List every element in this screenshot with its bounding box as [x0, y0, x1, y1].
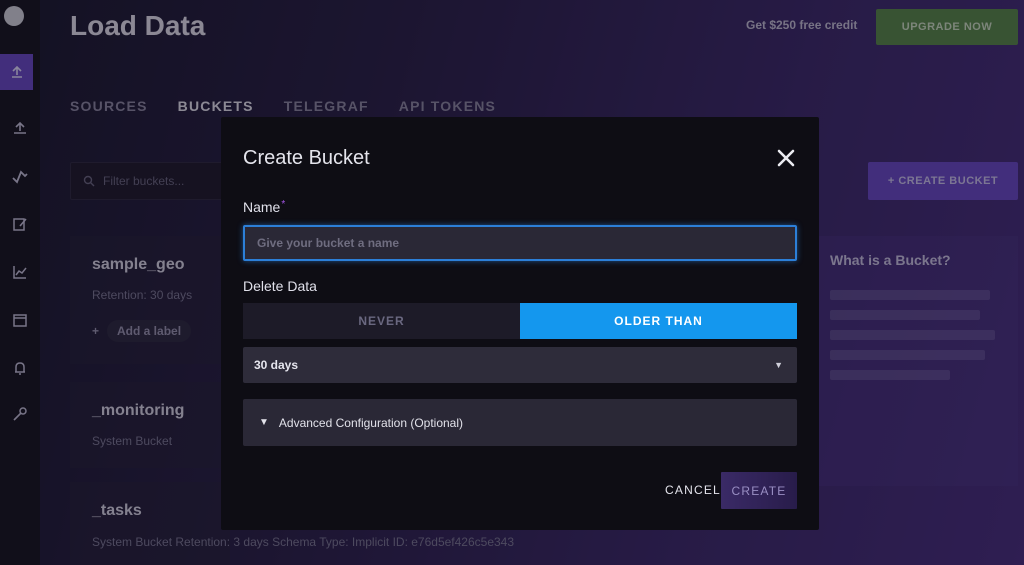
- triangle-down-icon: ▼: [259, 417, 269, 428]
- advanced-configuration-label: Advanced Configuration (Optional): [278, 415, 464, 430]
- delete-older-than-option[interactable]: OLDER THAN: [520, 303, 797, 339]
- create-button[interactable]: CREATE: [721, 472, 797, 509]
- dialog-title: Create Bucket: [243, 147, 370, 169]
- create-bucket-dialog: Create Bucket Name* Delete Data NEVER OL…: [221, 117, 819, 530]
- delete-data-toggle: NEVER OLDER THAN: [243, 303, 797, 339]
- bucket-name-input[interactable]: [243, 225, 797, 261]
- name-label: Name*: [243, 199, 285, 215]
- delete-never-option[interactable]: NEVER: [243, 303, 520, 339]
- caret-down-icon: ▼: [774, 360, 783, 370]
- close-icon[interactable]: [774, 146, 798, 170]
- delete-data-label: Delete Data: [243, 278, 317, 294]
- required-mark: *: [281, 199, 286, 210]
- retention-selected-value: 30 days: [254, 358, 299, 372]
- advanced-configuration-toggle[interactable]: ▼ Advanced Configuration (Optional): [243, 399, 797, 446]
- name-label-text: Name: [243, 199, 281, 215]
- retention-dropdown[interactable]: 30 days ▼: [243, 347, 797, 383]
